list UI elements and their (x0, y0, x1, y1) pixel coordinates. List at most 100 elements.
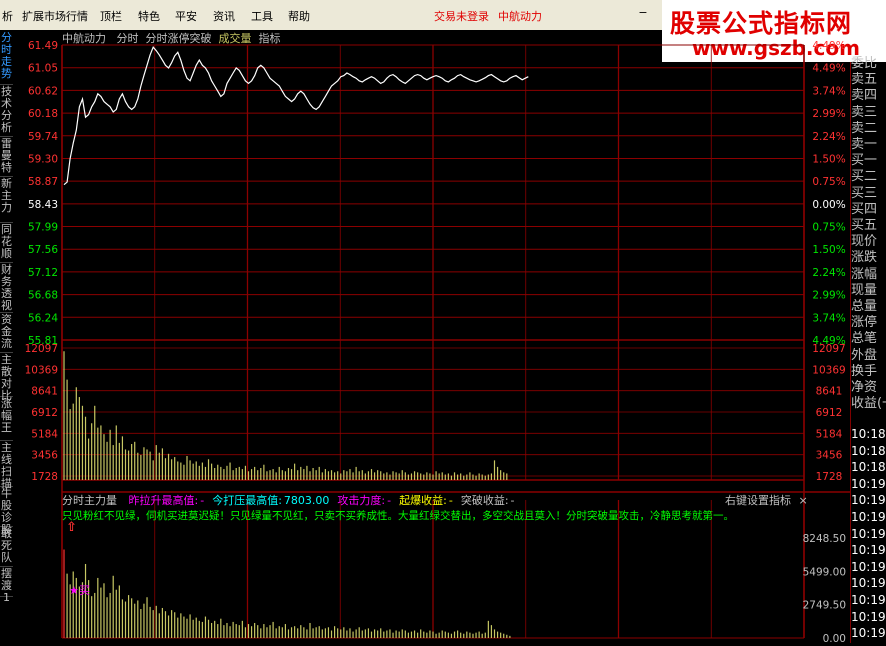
trade-time-11: 10:19 (851, 609, 886, 624)
left-tab-7[interactable]: 主散对比 (0, 354, 13, 402)
price-panel-header: 中航动力 分时 分时涨停突破 成交量 指标 (62, 30, 281, 46)
quote-label-21: 收益(一 (851, 396, 886, 412)
price-tick: 56.68 (28, 290, 58, 302)
chart-area: 61.49 61.05 60.62 60.18 59.74 59.30 58.87 58.43… (14, 30, 853, 645)
price-tick: 57.56 (28, 244, 58, 256)
chart-grid (61, 44, 853, 639)
menu-item-help[interactable]: 帮助 (288, 8, 310, 24)
trade-time-6: 10:19 (851, 526, 886, 541)
indicator-panel-header: 分时主力量 昨拉升最高值: - 今打压最高值: 7803.00 攻击力度: - 起爆收益: -… (62, 492, 515, 508)
price-tick: 57.99 (28, 222, 58, 234)
close-icon[interactable]: × (799, 494, 808, 507)
intraday-chart: 61.49 61.05 60.62 60.18 59.74 59.30 58.87 58.43… (25, 40, 853, 645)
left-tab-1[interactable]: 技术分析 (0, 86, 13, 137)
trade-time-5: 10:19 (851, 510, 886, 524)
volume-tick-left: 12097 (25, 343, 58, 355)
header-indicator-label[interactable]: 指标 (259, 32, 281, 45)
left-tab-10[interactable]: 牛股诊股 (0, 488, 13, 536)
menu-item-pingan[interactable]: 平安 (175, 8, 197, 24)
indicator-note: 只见粉红不见绿，伺机买进莫迟疑！只见绿量不见红，只卖不买养成性。大量红绿交替出，… (62, 510, 734, 522)
indicator-field-4: 突破收益: - (461, 494, 515, 507)
trade-login-status[interactable]: 交易未登录 (434, 8, 489, 24)
volume-tick-right: 3456 (816, 450, 843, 462)
left-tab-12[interactable]: 摆渡1 (0, 568, 13, 604)
trade-time-3: 10:19 (851, 476, 886, 491)
indicator-settings[interactable]: 右键设置指标 × (725, 492, 808, 508)
left-tab-bar: 分时走势 技术分析 雷曼特 新主力 同花顺 财务透视 资金流 主散对比 涨幅王 主线扫描 牛股诊股敢… (0, 30, 14, 643)
indicator-field-value: - (200, 494, 205, 507)
indicator-field-label: 起爆收益: (399, 494, 447, 507)
quote-label-2: 卖四 (851, 88, 878, 104)
left-tab-8[interactable]: 涨幅王 (0, 398, 13, 441)
left-tab-4[interactable]: 同花顺 (0, 224, 13, 263)
quote-label-6: 买一 (851, 153, 878, 169)
quote-label-11: 现价 (851, 234, 878, 250)
quote-label-5: 卖一 (851, 137, 878, 152)
indicator-tick: 5499.00 (803, 566, 846, 578)
menu-item-special[interactable]: 特色 (138, 8, 160, 24)
menu-item-analysis[interactable]: 析 (2, 8, 13, 24)
quote-label-20: 净资 (851, 380, 878, 395)
trade-time-8: 10:19 (851, 559, 886, 574)
quote-panel: 委比 卖五 卖四 卖三 卖二 卖一 买一 买二 买三 买四 买五 现价 涨跌 涨幅 现量 总量 涨停 总笔 外盘 换手… (850, 56, 886, 643)
header-mode: 分时 (116, 32, 139, 45)
quote-label-12: 涨跌 (851, 250, 878, 266)
left-tab-0[interactable]: 分时走势 (0, 32, 13, 85)
percent-tick: 3.74% (812, 312, 845, 324)
volume-tick-left: 5184 (31, 428, 58, 440)
percent-tick: 2.99% (812, 290, 845, 302)
percent-tick: 0.75% (812, 176, 845, 188)
percent-tick: 0.75% (812, 222, 845, 234)
indicator-field-label: 昨拉升最高值: (128, 494, 199, 507)
quote-label-15: 总量 (851, 299, 878, 314)
price-tick: 60.62 (28, 85, 58, 97)
header-volume-label[interactable]: 成交量 (219, 32, 252, 45)
price-tick: 58.43 (28, 199, 58, 211)
percent-tick: 1.50% (812, 244, 845, 256)
left-tab-5[interactable]: 财务透视 (0, 264, 13, 313)
left-tab-11[interactable]: 敢死队 (0, 528, 13, 567)
menu-item-news[interactable]: 资讯 (213, 8, 235, 24)
trade-time-10: 10:19 (851, 593, 886, 607)
left-tab-3[interactable]: 新主力 (0, 178, 13, 223)
left-tab-6[interactable]: 资金流 (0, 314, 13, 353)
left-tab-9[interactable]: 主线扫描 (0, 442, 13, 490)
quote-label-16: 涨停 (851, 315, 878, 331)
volume-tick-left: 3456 (31, 450, 58, 462)
buy-signal-label: ★买 (69, 584, 90, 597)
price-tick: 59.74 (28, 131, 58, 143)
percent-tick: 2.24% (812, 267, 845, 279)
volume-bars (63, 351, 508, 480)
volume-tick-right: 6912 (816, 407, 843, 419)
indicator-tick: 0.00 (823, 633, 846, 643)
trade-time-9: 10:19 (851, 576, 886, 591)
volume-tick-left: 8641 (31, 386, 58, 398)
percent-tick: 4.49% (812, 63, 845, 75)
price-axis: 61.49 61.05 60.62 60.18 59.74 59.30 58.87 58.43… (28, 40, 58, 347)
indicator-name[interactable]: 分时主力量 (62, 494, 117, 507)
indicator-field-label: 今打压最高值: (212, 494, 282, 507)
indicator-field-value: - (448, 494, 453, 507)
trade-time-4: 10:19 (851, 493, 886, 508)
header-indicator[interactable]: 分时涨停突破 (146, 32, 212, 45)
volume-axis: 12097 12097 10369 10369 8641 8641 6912 6912 5184… (25, 343, 846, 483)
quote-label-18: 外盘 (851, 347, 878, 363)
menu-item-extended-market[interactable]: 扩展市场行情 (22, 8, 88, 24)
indicator-settings-label[interactable]: 右键设置指标 (725, 494, 791, 507)
quote-label-14: 现量 (851, 282, 878, 298)
indicator-field-0: 昨拉升最高值: - (129, 494, 205, 507)
quote-label-4: 卖二 (851, 120, 878, 136)
percent-axis: 4.49% 4.49% 3.74% 2.99% 2.24% 1.50% 0.75% 0.00%… (812, 40, 845, 347)
price-tick: 61.05 (28, 63, 58, 75)
quote-label-8: 买三 (851, 185, 878, 201)
minimize-icon[interactable]: − (636, 6, 650, 20)
menu-item-tools[interactable]: 工具 (251, 8, 273, 24)
volume-tick-right: 8641 (816, 386, 843, 398)
volume-tick-right: 10369 (812, 364, 845, 376)
left-tab-2[interactable]: 雷曼特 (0, 138, 13, 177)
volume-tick-right: 12097 (812, 343, 845, 355)
quote-label-17: 总笔 (851, 331, 878, 347)
price-tick: 57.12 (28, 267, 58, 279)
menu-item-topbar[interactable]: 顶栏 (100, 8, 122, 24)
price-tick: 58.87 (28, 176, 58, 188)
